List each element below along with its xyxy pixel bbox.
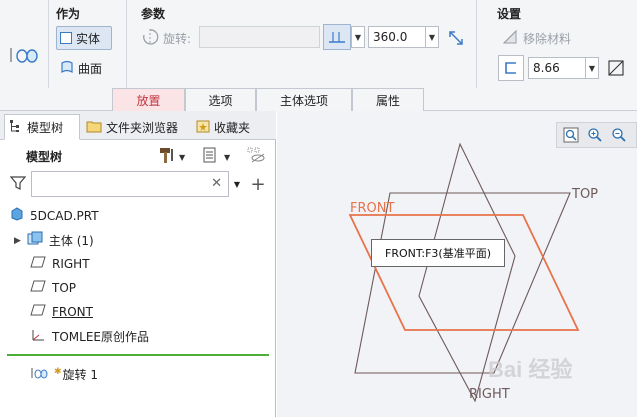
tree-item-part-label: 5DCAD.PRT bbox=[30, 208, 99, 223]
datum-plane-icon bbox=[30, 304, 46, 319]
refit-icon[interactable] bbox=[561, 125, 581, 145]
angle-type-dropdown[interactable]: ▼ bbox=[351, 26, 365, 48]
add-filter-icon[interactable]: + bbox=[248, 171, 268, 197]
settings-hammer-icon[interactable]: ▼ bbox=[156, 144, 190, 166]
tree-item-right[interactable]: RIGHT bbox=[30, 256, 90, 271]
search-input[interactable]: ✕ bbox=[31, 171, 229, 197]
panel-tab-favorites-label: 收藏夹 bbox=[214, 120, 251, 135]
tab-body-options-label: 主体选项 bbox=[279, 93, 328, 108]
baidu-watermark: Bai 经验 bbox=[488, 357, 573, 382]
tree-item-csys[interactable]: TOMLEE原创作品 bbox=[30, 328, 149, 345]
surface-button[interactable]: 曲面 bbox=[60, 60, 102, 77]
tab-placement-label: 放置 bbox=[136, 93, 161, 108]
tree-item-right-label: RIGHT bbox=[52, 256, 90, 271]
tree-item-front[interactable]: FRONT bbox=[30, 304, 93, 319]
datum-plane-icon bbox=[30, 280, 46, 295]
rotate-label: 旋转: bbox=[163, 32, 192, 46]
remove-material-label: 移除材料 bbox=[523, 32, 572, 46]
tab-options-label: 选项 bbox=[208, 93, 233, 108]
left-panel: 模型树 文件夹浏览器 收藏夹 模型树 ▼ ▼ ✕ ▼ + 5DCAD.PRT ▶… bbox=[0, 111, 276, 417]
front-plane-label[interactable]: FRONT bbox=[350, 201, 394, 216]
tree-item-front-label: FRONT bbox=[52, 304, 93, 319]
plane-tooltip-text: FRONT:F3(基准平面) bbox=[385, 247, 491, 260]
datum-plane-icon bbox=[30, 256, 46, 271]
solid-button[interactable]: 实体 bbox=[56, 26, 112, 50]
folder-icon bbox=[86, 119, 102, 136]
svg-text:▼: ▼ bbox=[179, 153, 186, 162]
thickness-input[interactable]: 8.66 bbox=[528, 57, 586, 79]
zoom-in-icon[interactable] bbox=[585, 125, 605, 145]
panel-tab-model-tree-label: 模型树 bbox=[27, 120, 64, 135]
panel-tabs: 模型树 文件夹浏览器 收藏夹 bbox=[0, 111, 276, 140]
revolve-feature-icon bbox=[8, 44, 40, 66]
tree-item-revolve-label: 旋转 1 bbox=[62, 368, 98, 382]
thickness-value: 8.66 bbox=[533, 61, 560, 75]
tab-placement[interactable]: 放置 bbox=[112, 88, 185, 111]
insert-here-divider[interactable] bbox=[7, 354, 269, 356]
angle-value: 360.0 bbox=[373, 30, 408, 44]
top-plane-label[interactable]: TOP bbox=[572, 187, 598, 202]
solid-label: 实体 bbox=[76, 31, 101, 46]
search-dropdown-icon[interactable]: ▼ bbox=[230, 171, 244, 197]
model-tree-title-label: 模型树 bbox=[26, 150, 63, 164]
top-plane-outline[interactable] bbox=[354, 192, 571, 374]
ribbon: 作为 实体 曲面 参数 旋转: ▼ 360.0 ▼ 设置 移除材料 8.66 ▼… bbox=[0, 0, 637, 111]
rotate-icon bbox=[141, 28, 159, 49]
panel-tab-model-tree[interactable]: 模型树 bbox=[4, 114, 80, 140]
surface-icon bbox=[60, 60, 74, 77]
tab-properties[interactable]: 属性 bbox=[352, 88, 424, 111]
tree-item-body-label: 主体 (1) bbox=[48, 234, 94, 248]
plane-tooltip: FRONT:F3(基准平面) bbox=[371, 239, 505, 267]
surface-label: 曲面 bbox=[78, 62, 103, 76]
tab-options[interactable]: 选项 bbox=[185, 88, 256, 111]
settings-group-label: 设置 bbox=[497, 7, 522, 21]
tree-item-body[interactable]: ▶ 主体 (1) bbox=[14, 231, 94, 250]
thickness-dropdown[interactable]: ▼ bbox=[585, 57, 599, 79]
tree-item-revolve[interactable]: ✱ 旋转 1 bbox=[30, 366, 98, 383]
part-icon bbox=[10, 207, 24, 224]
tree-item-csys-label: TOMLEE原创作品 bbox=[52, 330, 149, 344]
panel-tab-folder-browser[interactable]: 文件夹浏览器 bbox=[82, 114, 188, 140]
rotate-axis-selector[interactable]: 旋转: bbox=[141, 28, 191, 49]
params-group-label: 参数 bbox=[141, 7, 166, 21]
filter-visibility-icon[interactable] bbox=[244, 144, 268, 166]
rotate-axis-field[interactable] bbox=[199, 26, 320, 48]
tree-item-top[interactable]: TOP bbox=[30, 280, 76, 295]
front-plane-outline[interactable] bbox=[348, 214, 580, 331]
svg-text:▼: ▼ bbox=[224, 153, 231, 162]
tree-item-top-label: TOP bbox=[52, 280, 77, 295]
coordinate-system-icon bbox=[30, 328, 46, 345]
remove-material-icon bbox=[501, 28, 519, 49]
angle-dropdown[interactable]: ▼ bbox=[425, 26, 439, 48]
angle-type-button[interactable] bbox=[323, 24, 351, 50]
show-list-icon[interactable]: ▼ bbox=[199, 144, 235, 166]
solid-icon bbox=[60, 32, 72, 44]
tab-properties-label: 属性 bbox=[375, 93, 400, 108]
expand-arrow-icon[interactable]: ▶ bbox=[14, 236, 21, 246]
clear-icon[interactable]: ✕ bbox=[211, 176, 222, 191]
tab-body-options[interactable]: 主体选项 bbox=[256, 88, 352, 111]
filter-icon[interactable] bbox=[7, 171, 29, 195]
new-feature-marker-icon: ✱ bbox=[54, 366, 62, 377]
thicken-button[interactable] bbox=[498, 55, 524, 81]
panel-tab-folder-browser-label: 文件夹浏览器 bbox=[106, 120, 179, 135]
revolve-icon bbox=[30, 366, 48, 383]
remove-material-button[interactable]: 移除材料 bbox=[501, 28, 571, 49]
view-toolbar bbox=[556, 122, 637, 148]
right-plane-label[interactable]: RIGHT bbox=[469, 387, 510, 402]
model-tree-title: 模型树 bbox=[26, 148, 62, 165]
zoom-out-icon[interactable] bbox=[609, 125, 629, 145]
angle-input[interactable]: 360.0 bbox=[368, 26, 426, 48]
thickness-flip-icon[interactable] bbox=[604, 56, 628, 80]
flip-direction-icon[interactable] bbox=[444, 26, 468, 50]
model-tree-icon bbox=[9, 119, 23, 136]
favorites-icon bbox=[196, 119, 210, 136]
panel-tab-favorites[interactable]: 收藏夹 bbox=[192, 114, 262, 140]
body-icon bbox=[27, 231, 43, 250]
as-group-label: 作为 bbox=[56, 7, 81, 21]
tree-item-part[interactable]: 5DCAD.PRT bbox=[10, 207, 99, 224]
